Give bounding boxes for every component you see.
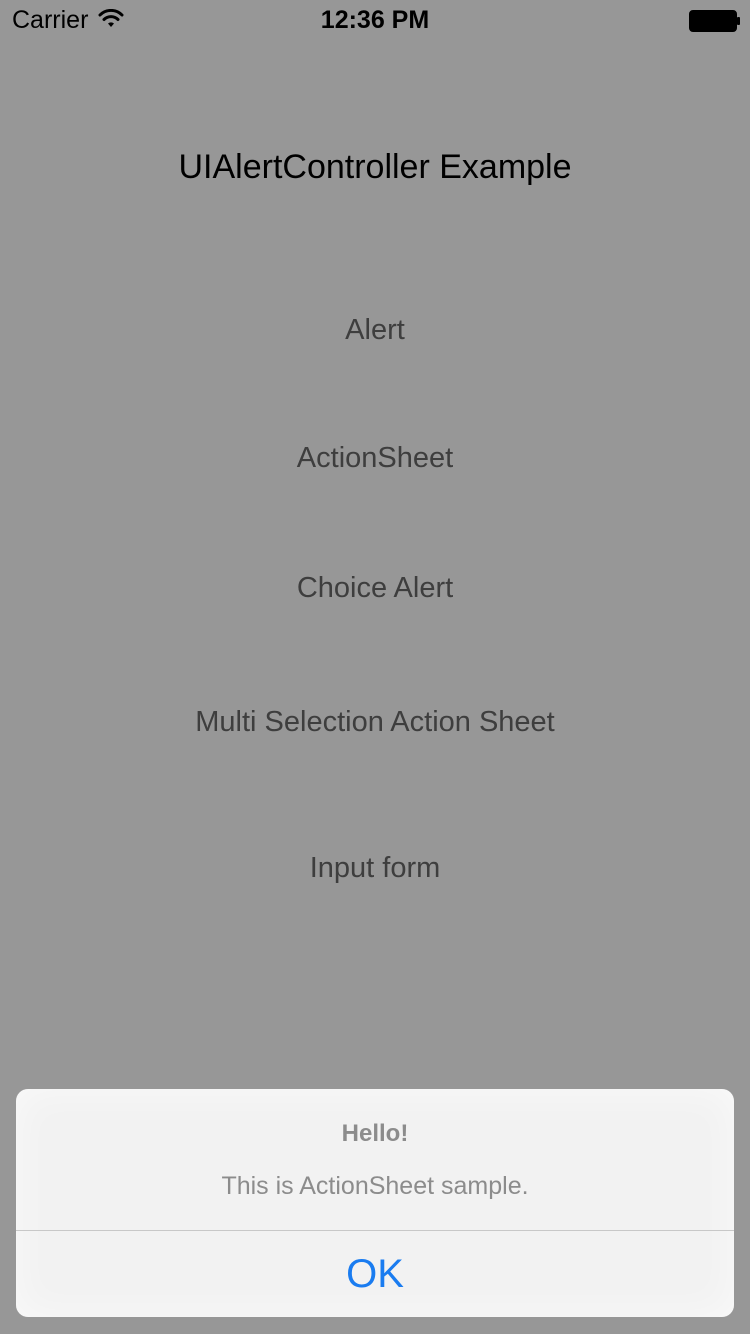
choice-alert-button[interactable]: Choice Alert — [0, 572, 750, 605]
actionsheet-button[interactable]: ActionSheet — [0, 442, 750, 475]
ok-button[interactable]: OK — [16, 1231, 734, 1317]
alert-button[interactable]: Alert — [0, 314, 750, 347]
action-sheet-message: This is ActionSheet sample. — [221, 1172, 529, 1200]
status-bar: Carrier 12:36 PM — [0, 0, 750, 40]
input-form-button[interactable]: Input form — [0, 852, 750, 885]
action-sheet-title: Hello! — [341, 1120, 409, 1147]
battery-icon — [689, 10, 740, 32]
multi-selection-action-sheet-button[interactable]: Multi Selection Action Sheet — [0, 706, 750, 739]
action-sheet: Hello! This is ActionSheet sample. OK — [16, 1089, 734, 1317]
clock: 12:36 PM — [320, 6, 430, 34]
page-title: UIAlertController Example — [178, 148, 572, 186]
